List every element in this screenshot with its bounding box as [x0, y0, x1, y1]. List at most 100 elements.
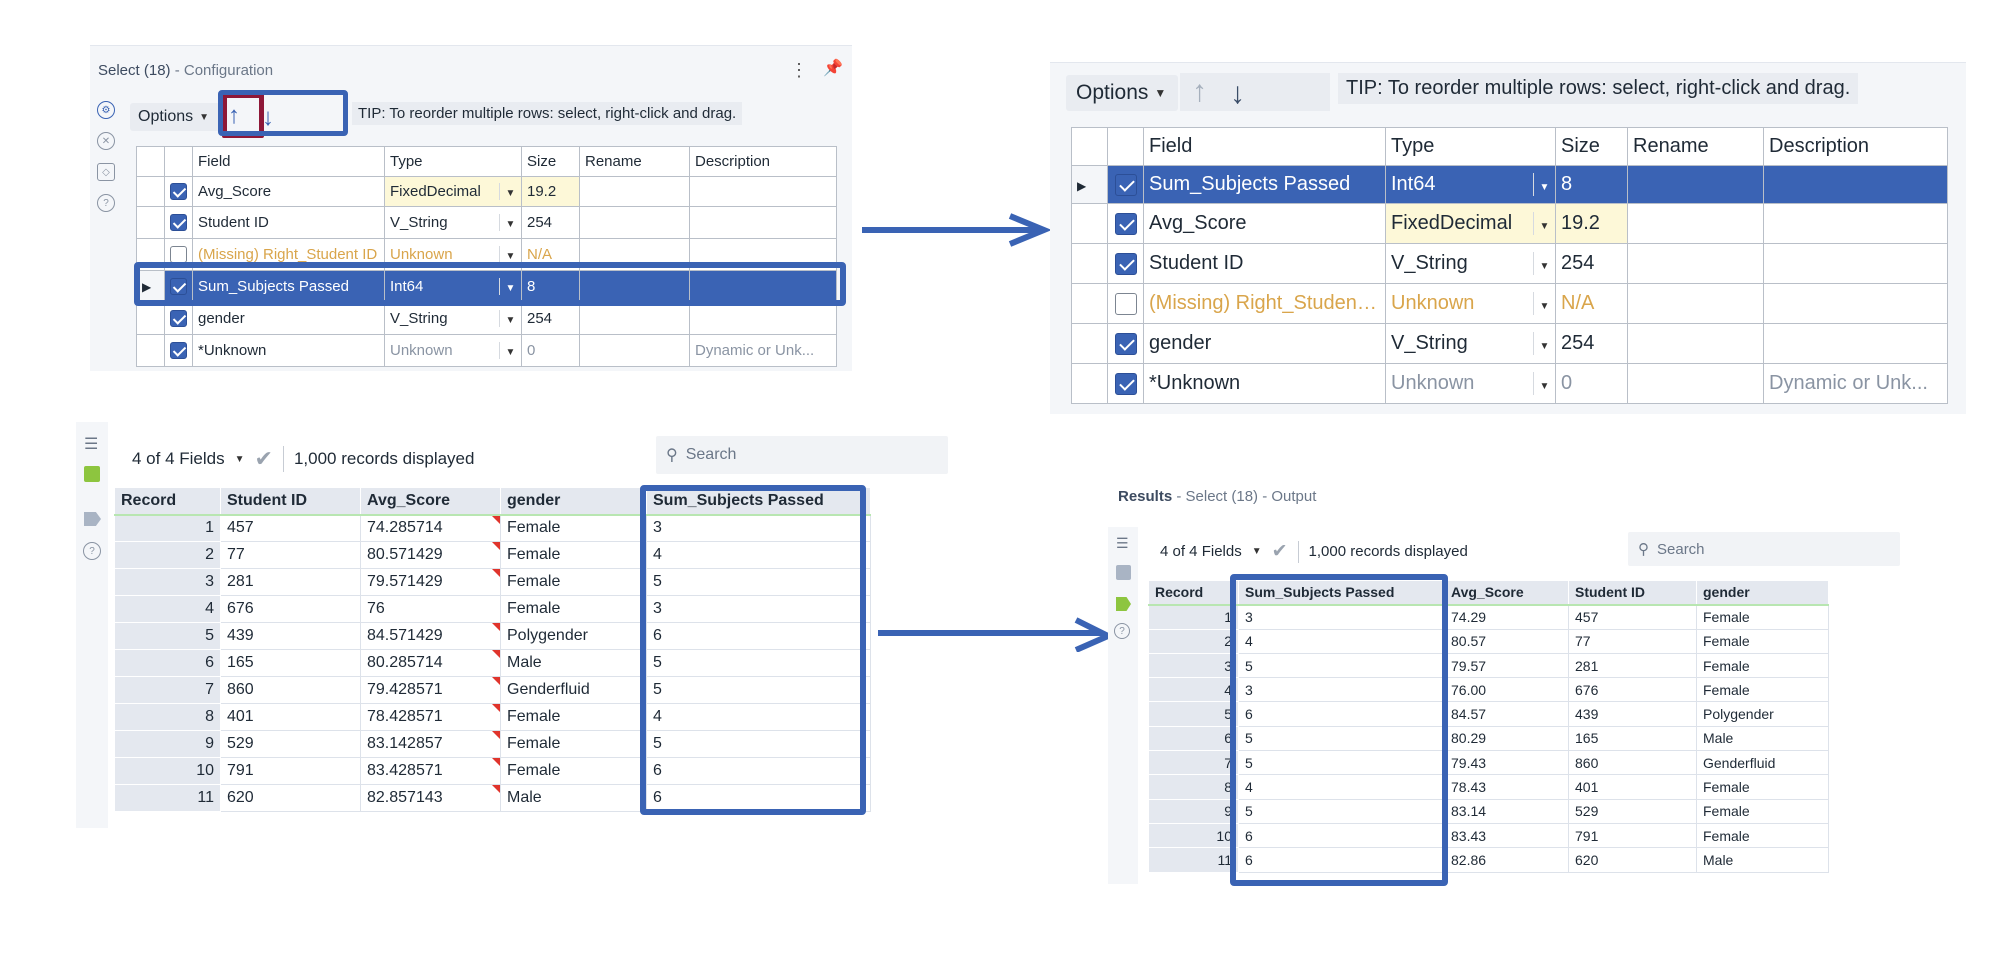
type-dropdown[interactable]: V_String ▼	[1387, 252, 1555, 275]
row-marker[interactable]: ▶	[1071, 165, 1108, 204]
chevron-down-icon[interactable]: ▼	[499, 183, 521, 200]
row-marker[interactable]	[136, 206, 165, 239]
description-cell[interactable]: Dynamic or Unk...	[1763, 363, 1948, 404]
row-marker[interactable]	[136, 334, 165, 367]
field-row[interactable]: Avg_Score FixedDecimal ▼ 19.2	[136, 176, 837, 207]
rename-cell[interactable]	[579, 206, 690, 239]
type-dropdown[interactable]: V_String ▼	[1387, 332, 1555, 355]
include-checkbox[interactable]	[1114, 173, 1137, 196]
type-cell[interactable]: V_String ▼	[384, 206, 522, 239]
chevron-down-icon[interactable]: ▼	[1533, 252, 1555, 275]
field-row[interactable]: ▶ Sum_Subjects Passed Int64 ▼ 8	[1071, 165, 1948, 204]
type-dropdown[interactable]: Int64 ▼	[386, 278, 521, 295]
include-checkbox[interactable]	[1114, 332, 1137, 355]
field-row[interactable]: gender V_String ▼ 254	[1071, 323, 1948, 364]
rename-cell[interactable]	[1627, 323, 1764, 364]
list-view-icon[interactable]: ☰	[84, 434, 98, 454]
column-header-gender[interactable]: gender	[500, 487, 647, 516]
type-cell[interactable]: Unknown ▼	[384, 238, 522, 271]
type-cell[interactable]: Unknown ▼	[1385, 363, 1556, 404]
size-cell[interactable]: N/A	[521, 238, 580, 271]
size-cell[interactable]: 8	[521, 270, 580, 303]
field-row[interactable]: Student ID V_String ▼ 254	[1071, 243, 1948, 284]
tag-icon[interactable]: ◇	[97, 163, 115, 181]
type-dropdown[interactable]: V_String ▼	[386, 214, 521, 231]
rename-cell[interactable]	[1627, 165, 1764, 204]
chevron-down-icon[interactable]: ▼	[1533, 372, 1555, 395]
description-cell[interactable]	[1763, 165, 1948, 204]
type-dropdown[interactable]: FixedDecimal ▼	[386, 183, 521, 200]
description-cell[interactable]	[689, 302, 837, 335]
include-checkbox[interactable]	[1114, 372, 1137, 395]
size-cell[interactable]: N/A	[1555, 283, 1628, 324]
table-row[interactable]: 9 5 83.14 529 Female	[1148, 798, 1829, 824]
search-input[interactable]: ⚲ Search	[656, 436, 948, 474]
type-dropdown[interactable]: Unknown ▼	[386, 246, 521, 263]
rename-cell[interactable]	[1627, 203, 1764, 244]
table-row[interactable]: 11 6 82.86 620 Male	[1148, 847, 1829, 873]
output-tag-icon[interactable]	[1116, 597, 1131, 611]
type-cell[interactable]: FixedDecimal ▼	[384, 176, 522, 207]
row-marker[interactable]	[1071, 363, 1108, 404]
table-row[interactable]: 1 457 74.285714 Female 3	[114, 514, 871, 542]
chevron-down-icon[interactable]: ▼	[499, 342, 521, 359]
column-header-field[interactable]: Field	[192, 146, 385, 177]
connections-icon[interactable]: ✕	[97, 132, 115, 150]
tag-icon[interactable]	[84, 512, 101, 526]
table-row[interactable]: 2 4 80.57 77 Female	[1148, 628, 1829, 654]
column-header-record[interactable]: Record	[114, 487, 221, 516]
chevron-down-icon[interactable]: ▼	[1533, 212, 1555, 235]
type-cell[interactable]: Int64 ▼	[384, 270, 522, 303]
move-up-icon[interactable]: ↑	[228, 102, 240, 130]
field-row[interactable]: Student ID V_String ▼ 254	[136, 206, 837, 239]
checkmark-icon[interactable]: ✔	[1272, 540, 1288, 563]
column-header-gender[interactable]: gender	[1696, 579, 1829, 606]
row-marker[interactable]: ▶	[136, 270, 165, 303]
row-marker[interactable]	[1071, 283, 1108, 324]
options-dropdown[interactable]: Options ▼	[1066, 75, 1178, 111]
chevron-down-icon[interactable]: ▼	[499, 214, 521, 231]
size-cell[interactable]: 254	[521, 206, 580, 239]
size-cell[interactable]: 0	[521, 334, 580, 367]
field-row[interactable]: *Unknown Unknown ▼ 0 Dynamic or Unk...	[136, 334, 837, 367]
table-row[interactable]: 7 5 79.43 860 Genderfluid	[1148, 750, 1829, 776]
column-header-record[interactable]: Record	[1148, 579, 1239, 606]
chevron-down-icon[interactable]: ▼	[235, 454, 245, 465]
table-row[interactable]: 3 5 79.57 281 Female	[1148, 652, 1829, 679]
description-cell[interactable]	[1763, 323, 1948, 364]
table-row[interactable]: 8 401 78.428571 Female 4	[114, 703, 871, 731]
size-cell[interactable]: 0	[1555, 363, 1628, 404]
options-dropdown[interactable]: Options ▼	[130, 103, 220, 131]
row-marker[interactable]	[1071, 203, 1108, 244]
size-cell[interactable]: 19.2	[1555, 203, 1628, 244]
input-anchor-icon[interactable]	[1116, 565, 1131, 580]
rename-cell[interactable]	[1627, 363, 1764, 404]
description-cell[interactable]	[689, 206, 837, 239]
chevron-down-icon[interactable]: ▼	[1252, 546, 1262, 557]
table-row[interactable]: 4 3 76.00 676 Female	[1148, 677, 1829, 703]
checkmark-icon[interactable]: ✔	[255, 446, 273, 472]
rename-cell[interactable]	[579, 176, 690, 207]
description-cell[interactable]	[689, 176, 837, 207]
include-checkbox[interactable]	[170, 342, 187, 360]
type-cell[interactable]: Int64 ▼	[1385, 165, 1556, 204]
size-cell[interactable]: 254	[521, 302, 580, 335]
row-marker[interactable]	[136, 176, 165, 207]
field-row[interactable]: (Missing) Right_Student ID Unknown ▼ N/A	[136, 238, 837, 271]
type-dropdown[interactable]: FixedDecimal ▼	[1387, 212, 1555, 235]
chevron-down-icon[interactable]: ▼	[1533, 332, 1555, 355]
chevron-down-icon[interactable]: ▼	[499, 310, 521, 327]
include-checkbox[interactable]	[170, 278, 187, 296]
chevron-down-icon[interactable]: ▼	[499, 278, 521, 295]
table-row[interactable]: 8 4 78.43 401 Female	[1148, 774, 1829, 800]
column-header-size[interactable]: Size	[521, 146, 580, 177]
include-checkbox[interactable]	[1114, 212, 1137, 235]
column-header-description[interactable]: Description	[689, 146, 837, 177]
row-marker[interactable]	[1071, 243, 1108, 284]
include-checkbox[interactable]	[170, 183, 187, 201]
type-dropdown[interactable]: Unknown ▼	[386, 342, 521, 359]
description-cell[interactable]: Dynamic or Unk...	[689, 334, 837, 367]
type-cell[interactable]: Unknown ▼	[1385, 283, 1556, 324]
column-header-size[interactable]: Size	[1555, 127, 1628, 166]
table-row[interactable]: 10 791 83.428571 Female 6	[114, 757, 871, 785]
